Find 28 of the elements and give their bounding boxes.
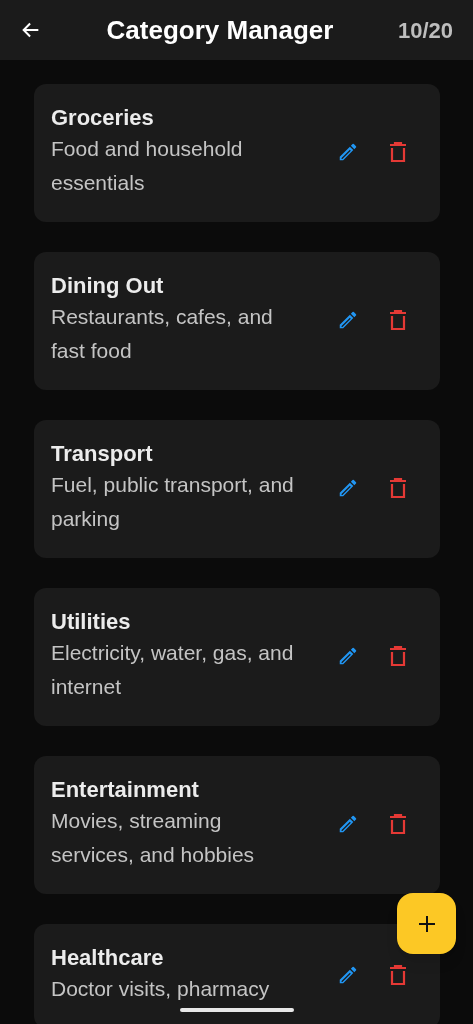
- delete-icon: [388, 645, 408, 667]
- category-name: Groceries: [51, 104, 155, 132]
- category-name: Transport: [51, 440, 154, 468]
- category-description: Fuel, public transport, and parking: [51, 472, 295, 532]
- category-description: Restaurants, cafes, and fast food: [51, 304, 274, 364]
- edit-icon: [337, 964, 359, 986]
- category-name: Dining Out: [51, 272, 165, 300]
- edit-icon: [337, 309, 359, 331]
- delete-icon: [388, 813, 408, 835]
- delete-icon: [388, 141, 408, 163]
- category-name: Utilities: [51, 608, 132, 636]
- category-description: Food and household essentials: [51, 136, 244, 196]
- category-name: Healthcare: [51, 944, 165, 972]
- edit-icon: [337, 477, 359, 499]
- edit-icon: [337, 813, 359, 835]
- edit-icon: [337, 141, 359, 163]
- counter-text: 10/20: [397, 16, 453, 45]
- delete-icon: [388, 309, 408, 331]
- plus-icon: [417, 914, 436, 933]
- add-button[interactable]: [397, 893, 456, 954]
- category-name: Entertainment: [51, 776, 200, 804]
- category-description: Electricity, water, gas, and internet: [51, 640, 295, 700]
- app-title: Category Manager: [106, 13, 334, 47]
- delete-icon: [388, 477, 408, 499]
- category-description: Doctor visits, pharmacy: [51, 976, 271, 1002]
- edit-icon: [337, 645, 359, 667]
- delete-icon: [388, 964, 408, 986]
- category-description: Movies, streaming services, and hobbies: [51, 808, 256, 868]
